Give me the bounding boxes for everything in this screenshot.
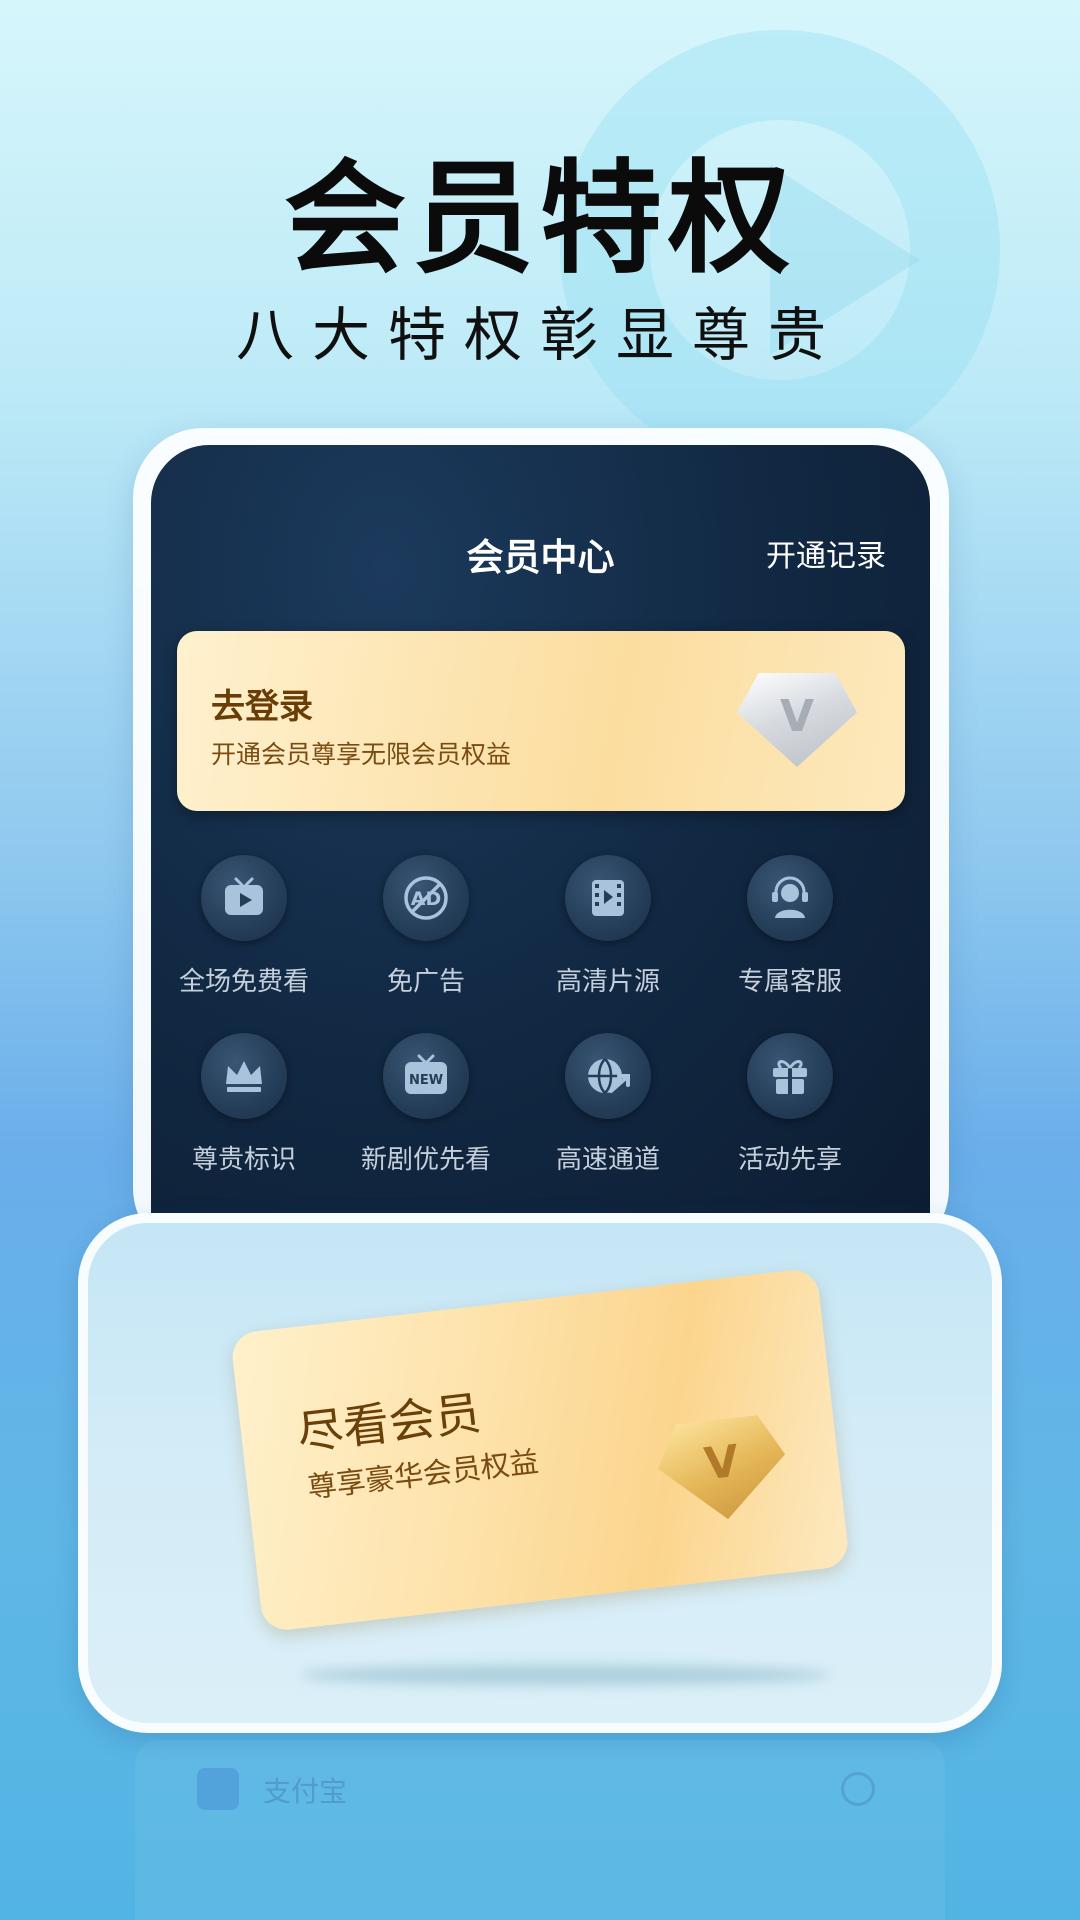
feature-label: 全场免费看 (178, 967, 309, 997)
alipay-icon (197, 1768, 239, 1810)
tv-play-icon (201, 855, 287, 941)
feature-label: 活动先享 (737, 1145, 842, 1175)
feature-new-drama-first[interactable]: NEW 新剧优先看 (335, 1033, 517, 1176)
login-title[interactable]: 去登录 (211, 679, 313, 728)
svg-text:NEW: NEW (409, 1073, 443, 1088)
globe-speed-icon (565, 1033, 651, 1119)
gift-icon (747, 1033, 833, 1119)
feature-noble-badge[interactable]: 尊贵标识 (153, 1033, 335, 1176)
feature-free-watch[interactable]: 全场免费看 (153, 855, 335, 998)
feature-event-first[interactable]: 活动先享 (699, 1033, 881, 1176)
feature-label: 高清片源 (555, 967, 660, 997)
film-icon (565, 855, 651, 941)
feature-label: 高速通道 (555, 1145, 660, 1175)
feature-label: 专属客服 (737, 967, 842, 997)
new-tv-icon: NEW (383, 1033, 469, 1119)
login-card[interactable]: 去登录 开通会员尊享无限会员权益 V (177, 631, 905, 811)
feature-label: 新剧优先看 (360, 1145, 491, 1175)
feature-label: 免广告 (386, 967, 465, 997)
crown-icon (201, 1033, 287, 1119)
badge-letter: V (779, 691, 815, 742)
badge-letter: V (701, 1435, 742, 1491)
customer-service-icon (747, 855, 833, 941)
login-subtitle: 开通会员尊享无限会员权益 (211, 740, 512, 769)
card-shadow (300, 1665, 830, 1685)
radio-button[interactable] (841, 1772, 875, 1806)
payment-option-label: 支付宝 (263, 1775, 348, 1808)
feature-no-ads[interactable]: AD 免广告 (335, 855, 517, 998)
gold-v-badge-icon: V (653, 1413, 791, 1527)
no-ad-icon: AD (383, 855, 469, 941)
open-record-link[interactable]: 开通记录 (766, 531, 886, 575)
payment-option-alipay[interactable]: 支付宝 (135, 1740, 945, 1920)
feature-hd-source[interactable]: 高清片源 (517, 855, 699, 998)
member-center-screen: 会员中心 开通记录 去登录 开通会员尊享无限会员权益 V 全场免费看 AD 免广… (151, 445, 930, 1257)
feature-customer-service[interactable]: 专属客服 (699, 855, 881, 998)
feature-high-speed[interactable]: 高速通道 (517, 1033, 699, 1176)
silver-v-badge-icon: V (737, 673, 857, 767)
hero-subtitle: 八大特权彰显尊贵 (235, 301, 844, 369)
feature-label: 尊贵标识 (191, 1145, 296, 1175)
hero-title: 会员特权 (284, 148, 796, 290)
